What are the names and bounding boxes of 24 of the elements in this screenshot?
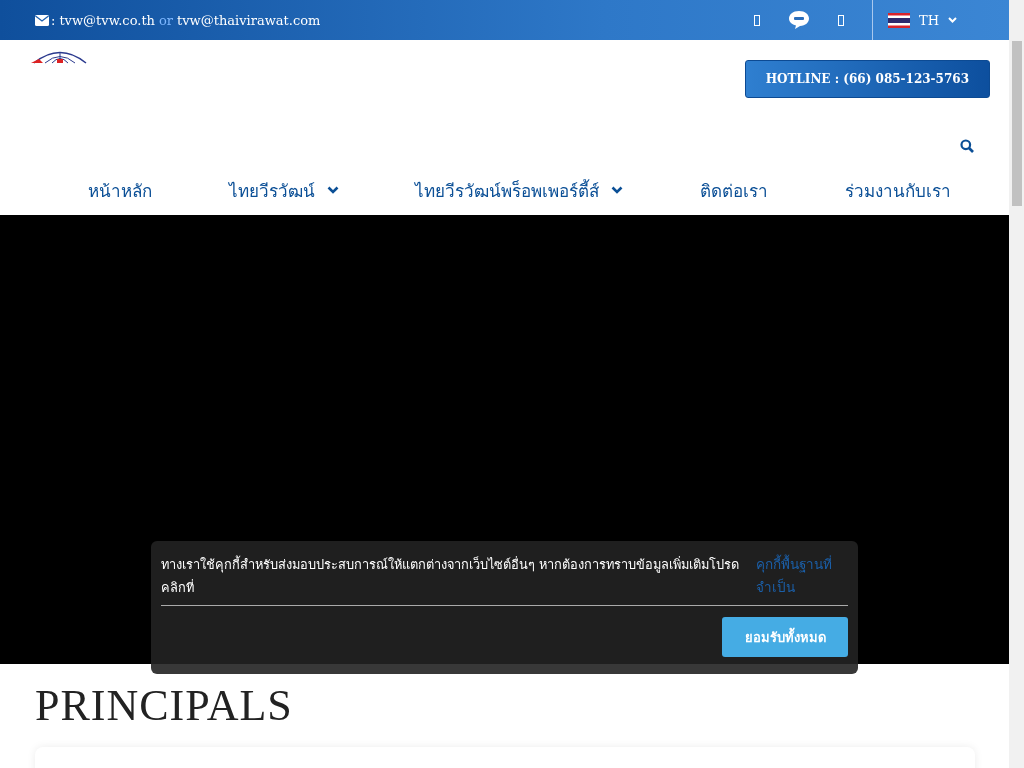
or-text: or bbox=[159, 12, 174, 28]
hotline-button[interactable]: HOTLINE : (66) 085-123-5763 bbox=[744, 60, 990, 98]
chevron-down-icon[interactable] bbox=[611, 185, 624, 195]
email-link[interactable]: tvw@thaivirawat.com bbox=[177, 12, 321, 28]
envelope-icon bbox=[35, 14, 49, 26]
nav-link[interactable]: ไทยวีรวัฒน์ bbox=[228, 176, 339, 204]
cookie-message: ทางเราใช้คุกกี้สำหรับส่งมอบประสบการณ์ให้แตกต่างจากเว็บไซต์อื่นๆ หากต้องการทราบข้อมูลเพิ่มเติมโปรดคลิกที่ bbox=[161, 554, 741, 597]
language-label[interactable]: TH bbox=[919, 12, 939, 28]
scrollbar-thumb[interactable] bbox=[1012, 41, 1022, 206]
nav-link[interactable]: ติดต่อเรา bbox=[700, 176, 769, 204]
chevron-down-icon[interactable] bbox=[326, 185, 339, 195]
missing-glyph-icon[interactable] bbox=[754, 14, 760, 26]
search-icon[interactable] bbox=[960, 139, 974, 153]
missing-glyph-icon[interactable] bbox=[838, 14, 844, 26]
scrollbar[interactable] bbox=[1009, 0, 1024, 768]
nav-link[interactable]: ร่วมงานกับเรา bbox=[844, 176, 951, 204]
flag-icon[interactable] bbox=[888, 12, 910, 28]
nav-link[interactable]: ไทยวีรวัฒน์พร็อพเพอร์ตี้ส์ bbox=[415, 176, 624, 204]
logo-icon bbox=[31, 50, 89, 64]
chat-bubble-icon[interactable] bbox=[788, 10, 810, 30]
separator-text: : bbox=[51, 12, 56, 28]
email-link[interactable]: tvw@tvw.co.th bbox=[59, 12, 155, 28]
section-title: PRINCIPALS bbox=[35, 680, 293, 731]
nav-link[interactable]: หน้าหลัก bbox=[88, 176, 153, 204]
